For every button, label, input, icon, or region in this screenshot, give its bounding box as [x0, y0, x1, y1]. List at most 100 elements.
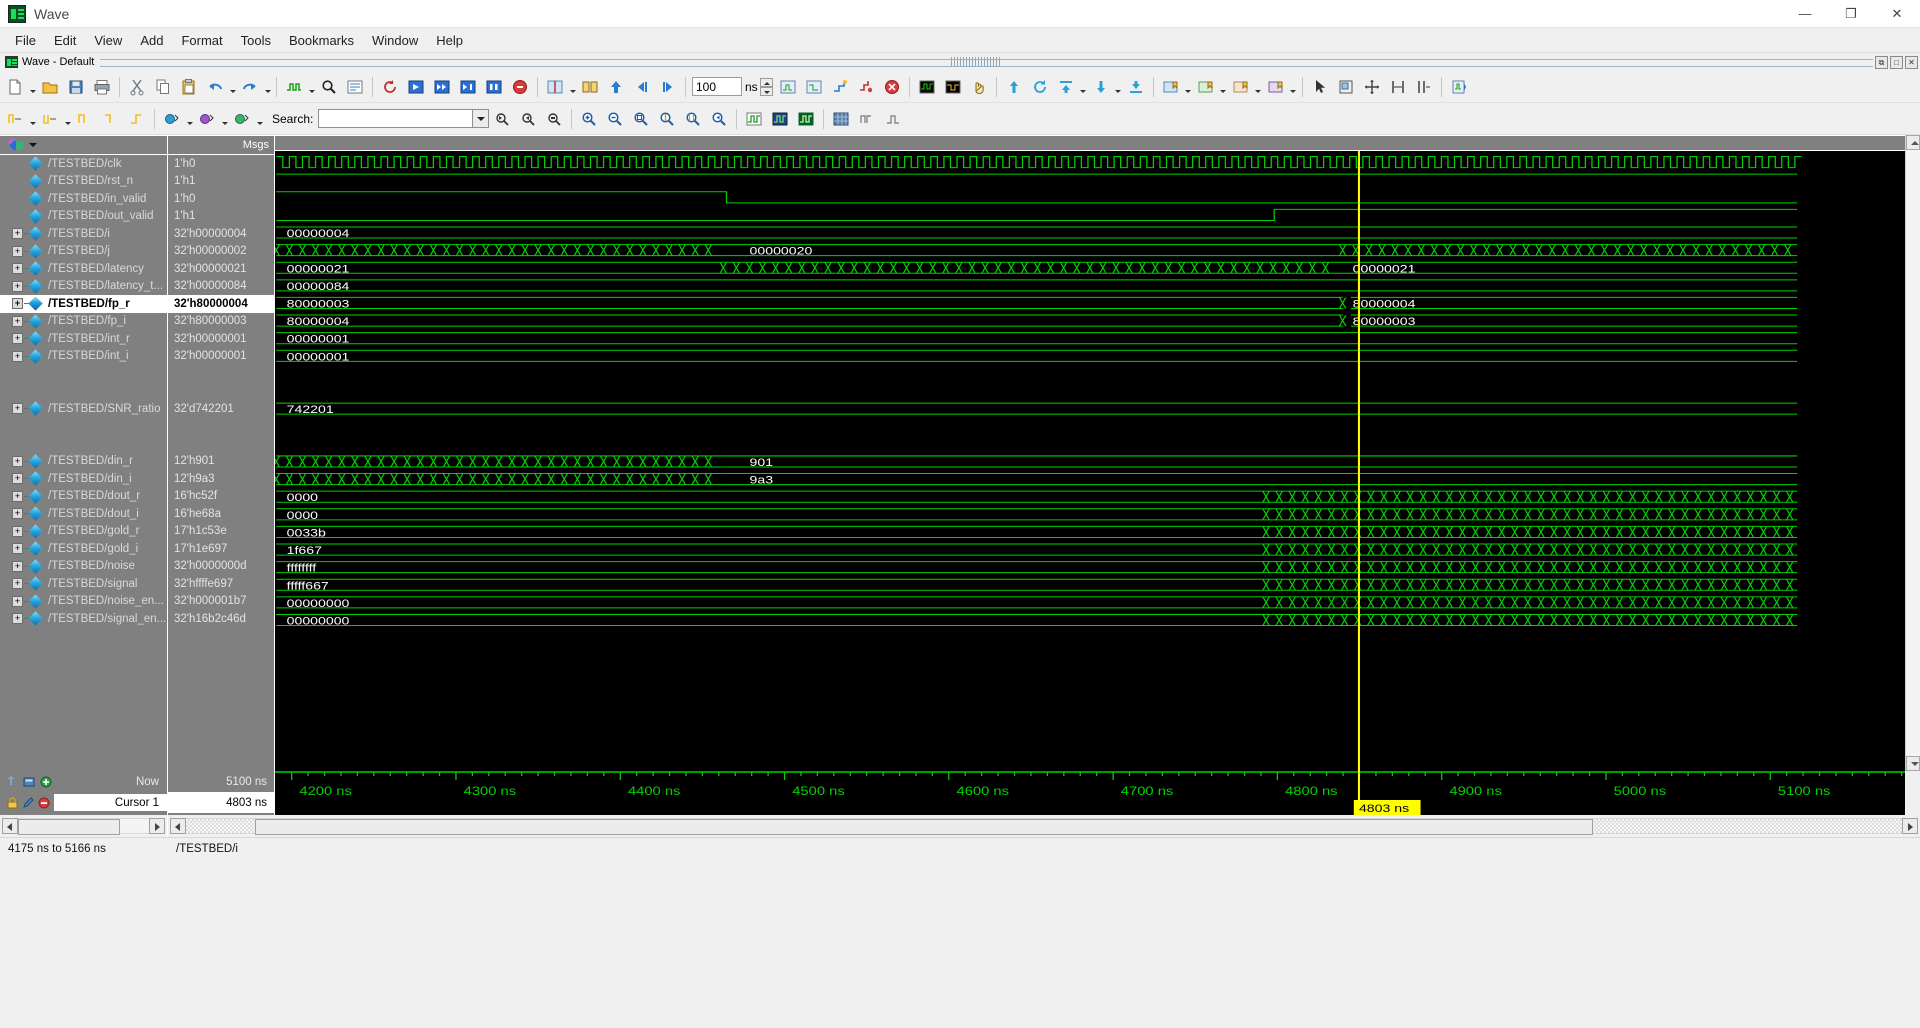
zoom-full-icon[interactable]	[629, 107, 653, 131]
signal-values-list[interactable]: 1'h0 1'h1 1'h0 1'h1 32'h00000004 32'h00000002…	[168, 155, 274, 771]
names-scroll-left[interactable]	[2, 818, 18, 834]
break-icon[interactable]	[482, 75, 506, 99]
undo-dropdown[interactable]	[228, 75, 237, 99]
run-length-input[interactable]	[692, 77, 742, 96]
expand-toggle-icon[interactable]: +	[12, 263, 23, 275]
add-wave-icon[interactable]	[282, 75, 306, 99]
continue-run-icon[interactable]	[430, 75, 454, 99]
expand-toggle-icon[interactable]: +	[12, 228, 23, 240]
menu-file[interactable]: File	[6, 30, 45, 51]
wave-insert-2-icon[interactable]	[38, 107, 62, 131]
format-icon[interactable]	[195, 107, 219, 131]
time-ruler[interactable]: 4200 ns 4300 ns 4400 ns 4500 ns 4600 ns 4700 …	[275, 771, 1905, 815]
signal-row[interactable]: + /TESTBED/i	[0, 225, 167, 243]
zoom-in-icon[interactable]	[577, 107, 601, 131]
wave-insert-icon[interactable]	[3, 107, 27, 131]
close-pane-button[interactable]: ✕	[1905, 55, 1918, 69]
run-all-icon[interactable]	[456, 75, 480, 99]
signal-row[interactable]: /TESTBED/rst_n	[0, 173, 167, 191]
signal-row[interactable]: + /TESTBED/din_i	[0, 470, 167, 488]
menu-tools[interactable]: Tools	[232, 30, 280, 51]
wave-edit-icon[interactable]	[1447, 75, 1471, 99]
search-history-dropdown[interactable]	[473, 109, 490, 128]
signal-row[interactable]: + /TESTBED/fp_r	[0, 295, 167, 313]
expand-toggle-icon[interactable]: +	[12, 508, 23, 520]
scroll-down-arrow[interactable]	[1906, 756, 1920, 771]
signal-row[interactable]: + /TESTBED/gold_r	[0, 523, 167, 541]
menu-help[interactable]: Help	[427, 30, 472, 51]
waveform-vertical-scrollbar[interactable]	[1905, 135, 1920, 771]
expand-toggle-icon[interactable]: +	[12, 315, 23, 327]
expand-toggle-icon[interactable]: +	[12, 490, 23, 502]
document-grip[interactable]	[951, 57, 1002, 67]
properties-dropdown[interactable]	[255, 107, 264, 131]
expand-toggle-icon[interactable]: +	[12, 280, 23, 292]
expand-toggle-icon[interactable]: +	[12, 595, 23, 607]
vertical-scroll-track[interactable]	[1906, 150, 1920, 756]
find-options-icon[interactable]	[343, 75, 367, 99]
wave-view-3-icon[interactable]	[794, 107, 818, 131]
undock-pane-button[interactable]: ⧉	[1875, 55, 1888, 69]
redo-icon[interactable]	[238, 75, 262, 99]
wave-insert-2-dropdown[interactable]	[63, 107, 72, 131]
signal-row[interactable]: + /TESTBED/SNR_ratio	[0, 400, 167, 418]
wave-scroll-right[interactable]	[1902, 818, 1918, 834]
close-button[interactable]: ✕	[1874, 0, 1920, 27]
search-all-icon[interactable]	[542, 107, 566, 131]
print-icon[interactable]	[90, 75, 114, 99]
wave-analog-1-icon[interactable]	[855, 107, 879, 131]
bookmark-3-dropdown[interactable]	[1254, 75, 1263, 99]
signal-row[interactable]: + /TESTBED/int_i	[0, 348, 167, 366]
insert-cursor-icon[interactable]	[543, 75, 567, 99]
signal-row[interactable]: + /TESTBED/noise	[0, 558, 167, 576]
expand-toggle-icon[interactable]: +	[12, 298, 23, 310]
expand-toggle-icon[interactable]: +	[12, 350, 23, 362]
prev-transition-icon[interactable]	[630, 75, 654, 99]
expand-toggle-icon[interactable]: +	[12, 455, 23, 467]
signal-row[interactable]: + /TESTBED/fp_i	[0, 313, 167, 331]
signal-row[interactable]: + /TESTBED/int_r	[0, 330, 167, 348]
save-icon[interactable]	[64, 75, 88, 99]
add-wave-dropdown[interactable]	[307, 75, 316, 99]
bookmark-4-icon[interactable]	[1264, 75, 1288, 99]
cursor-value[interactable]: 4803 ns	[168, 792, 274, 813]
minimize-button[interactable]: —	[1782, 0, 1828, 27]
expand-toggle-icon[interactable]: +	[12, 525, 23, 537]
signal-names-list[interactable]: /TESTBED/clk/TESTBED/rst_n/TESTBED/in_va…	[0, 155, 167, 771]
wave-insert-5-icon[interactable]	[125, 107, 149, 131]
zoom-cursor-icon[interactable]	[655, 107, 679, 131]
signal-row[interactable]: + /TESTBED/latency	[0, 260, 167, 278]
signal-top-icon[interactable]	[1054, 75, 1078, 99]
grouping-icon[interactable]	[578, 75, 602, 99]
signal-row[interactable]: + /TESTBED/latency_t...	[0, 278, 167, 296]
names-scroll-right[interactable]	[149, 818, 165, 834]
menu-window[interactable]: Window	[363, 30, 427, 51]
signal-bottom-icon[interactable]	[1124, 75, 1148, 99]
names-scroll-track[interactable]	[18, 818, 149, 835]
signal-row[interactable]: + /TESTBED/j	[0, 243, 167, 261]
wave-scroll-thumb[interactable]	[254, 819, 1594, 835]
wave-grid-icon[interactable]	[829, 107, 853, 131]
signal-row[interactable]: + /TESTBED/gold_i	[0, 540, 167, 558]
step-over-icon[interactable]	[854, 75, 878, 99]
zoom-last-icon[interactable]	[707, 107, 731, 131]
signal-top-dropdown[interactable]	[1079, 75, 1088, 99]
open-file-icon[interactable]	[38, 75, 62, 99]
wave-scroll-left[interactable]	[170, 818, 186, 834]
bookmark-4-dropdown[interactable]	[1289, 75, 1298, 99]
properties-icon[interactable]	[230, 107, 254, 131]
pan-hand-icon[interactable]	[967, 75, 991, 99]
wave-compare-2-icon[interactable]	[941, 75, 965, 99]
expand-toggle-icon[interactable]: +	[12, 578, 23, 590]
copy-icon[interactable]	[151, 75, 175, 99]
signal-row[interactable]: + /TESTBED/dout_r	[0, 488, 167, 506]
run-length-icon[interactable]	[776, 75, 800, 99]
move-up-icon[interactable]	[604, 75, 628, 99]
stop-run-icon[interactable]	[880, 75, 904, 99]
signal-row[interactable]: + /TESTBED/signal	[0, 575, 167, 593]
select-mode-icon[interactable]	[1308, 75, 1332, 99]
bookmark-2-dropdown[interactable]	[1219, 75, 1228, 99]
find-icon[interactable]	[317, 75, 341, 99]
expand-toggle-icon[interactable]: +	[12, 473, 23, 485]
stepper-up[interactable]	[759, 77, 773, 87]
